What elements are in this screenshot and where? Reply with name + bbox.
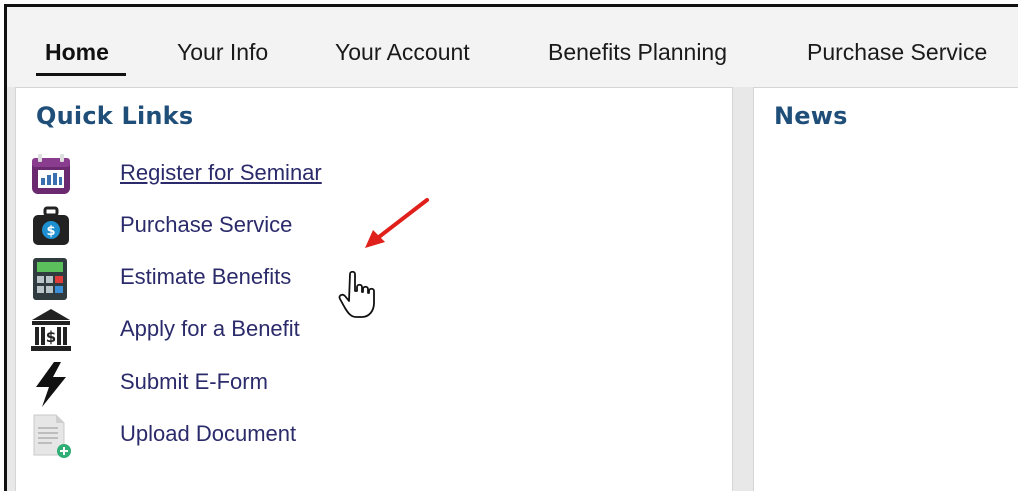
tab-your-account[interactable]: Your Account [335, 39, 470, 66]
svg-text:$: $ [46, 328, 56, 346]
quick-link-label[interactable]: Purchase Service [120, 212, 292, 238]
quick-link-label[interactable]: Upload Document [120, 421, 296, 447]
quick-link-label[interactable]: Estimate Benefits [120, 264, 291, 290]
top-nav: Home Your Info Your Account Benefits Pla… [7, 7, 1018, 87]
quick-link-label[interactable]: Apply for a Benefit [120, 316, 300, 342]
annotation-arrow-icon [365, 198, 429, 248]
tab-home[interactable]: Home [45, 39, 109, 66]
lightning-icon [36, 362, 66, 407]
hand-cursor-icon [338, 270, 375, 318]
calculator-icon [33, 258, 67, 300]
calendar-icon [32, 154, 70, 194]
quick-links-panel: Quick Links Register for Seminar $ Purch… [15, 87, 733, 491]
quick-link-upload-document[interactable]: Upload Document [16, 411, 716, 461]
money-bag-icon: $ [33, 206, 69, 245]
quick-link-label[interactable]: Submit E-Form [120, 369, 268, 395]
quick-links-title: Quick Links [36, 102, 194, 130]
app-frame: Home Your Info Your Account Benefits Pla… [4, 4, 1018, 491]
document-add-icon [33, 414, 71, 458]
quick-link-label[interactable]: Register for Seminar [120, 160, 322, 186]
active-tab-indicator [36, 73, 126, 76]
tab-purchase-service[interactable]: Purchase Service [807, 39, 987, 66]
quick-link-register-for-seminar[interactable]: Register for Seminar [16, 150, 716, 200]
news-panel: News [753, 87, 1018, 491]
svg-text:$: $ [46, 224, 55, 239]
quick-link-submit-e-form[interactable]: Submit E-Form [16, 359, 716, 409]
tab-your-info[interactable]: Your Info [177, 39, 268, 66]
tab-benefits-planning[interactable]: Benefits Planning [548, 39, 727, 66]
news-title: News [774, 102, 848, 130]
bank-icon: $ [31, 309, 71, 351]
